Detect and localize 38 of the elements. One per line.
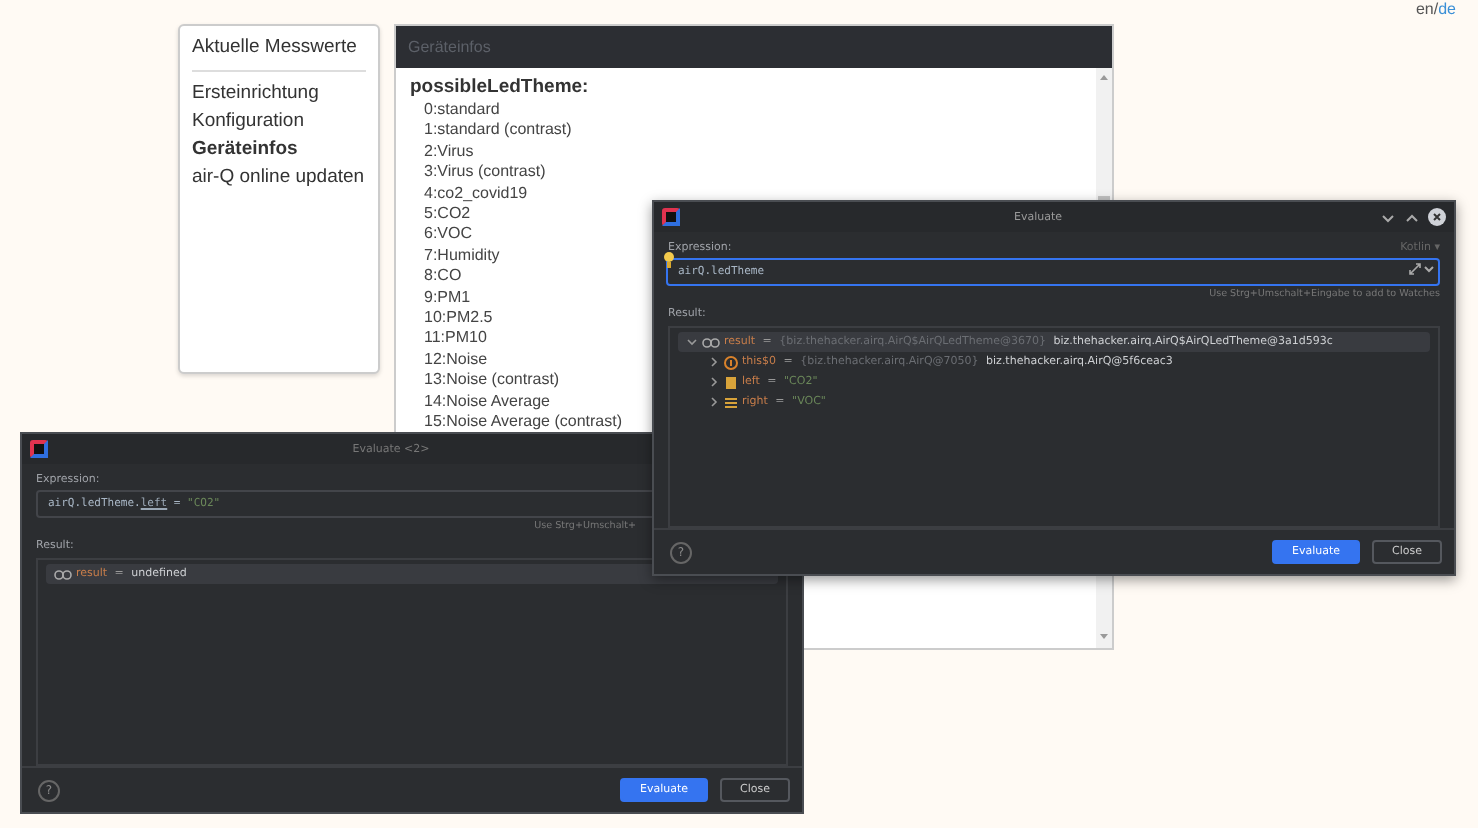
list-icon: [724, 395, 738, 409]
sidebar-item[interactable]: air-Q online updaten: [192, 164, 366, 192]
lightbulb-icon: [664, 252, 674, 268]
separator-text: /: [1433, 0, 1439, 22]
list-item: 11:PM10: [424, 328, 487, 350]
section-heading: possibleLedTheme:: [410, 76, 589, 100]
close-icon[interactable]: [1428, 208, 1446, 226]
list-item: 12:Noise: [424, 349, 488, 371]
sidebar-item[interactable]: Konfiguration: [192, 108, 366, 136]
maximize-icon[interactable]: [1404, 209, 1420, 225]
field-icon: [724, 375, 738, 389]
list-item: 14:Noise Average: [424, 391, 551, 413]
list-item: 3:Virus (contrast): [424, 162, 546, 184]
sidebar-title[interactable]: Aktuelle Messwerte: [192, 36, 366, 60]
list-item: 1:standard (contrast): [424, 120, 572, 142]
dropdown-icon[interactable]: [1422, 262, 1436, 276]
collapse-icon[interactable]: [686, 336, 698, 348]
minimize-icon[interactable]: [1380, 209, 1396, 225]
list-item: 8:CO: [424, 266, 462, 288]
sidebar-item[interactable]: Geräteinfos: [192, 136, 366, 164]
app-logo-icon: [30, 440, 48, 458]
list-item: 4:co2_covid19: [424, 183, 528, 205]
list-item: 9:PM1: [424, 287, 471, 309]
object-icon: [724, 355, 738, 369]
watch-icon: [54, 567, 72, 581]
list-item: 2:Virus: [424, 141, 474, 163]
list-item: 7:Humidity: [424, 245, 500, 267]
app-logo-icon: [662, 208, 680, 226]
list-item: 6:VOC: [424, 224, 473, 246]
list-item: 10:PM2.5: [424, 308, 493, 329]
sidebar-item[interactable]: Ersteinrichtung: [192, 80, 366, 108]
language-link[interactable]: en: [1415, 0, 1434, 24]
list-item: 0:standard: [424, 100, 500, 121]
list-item: 13:Noise (contrast): [424, 370, 560, 392]
list-item: 5:CO2: [424, 204, 471, 225]
watch-icon: [702, 335, 720, 349]
expand-icon[interactable]: [1408, 262, 1422, 276]
list-item: 15:Noise Average (contrast): [424, 412, 623, 433]
